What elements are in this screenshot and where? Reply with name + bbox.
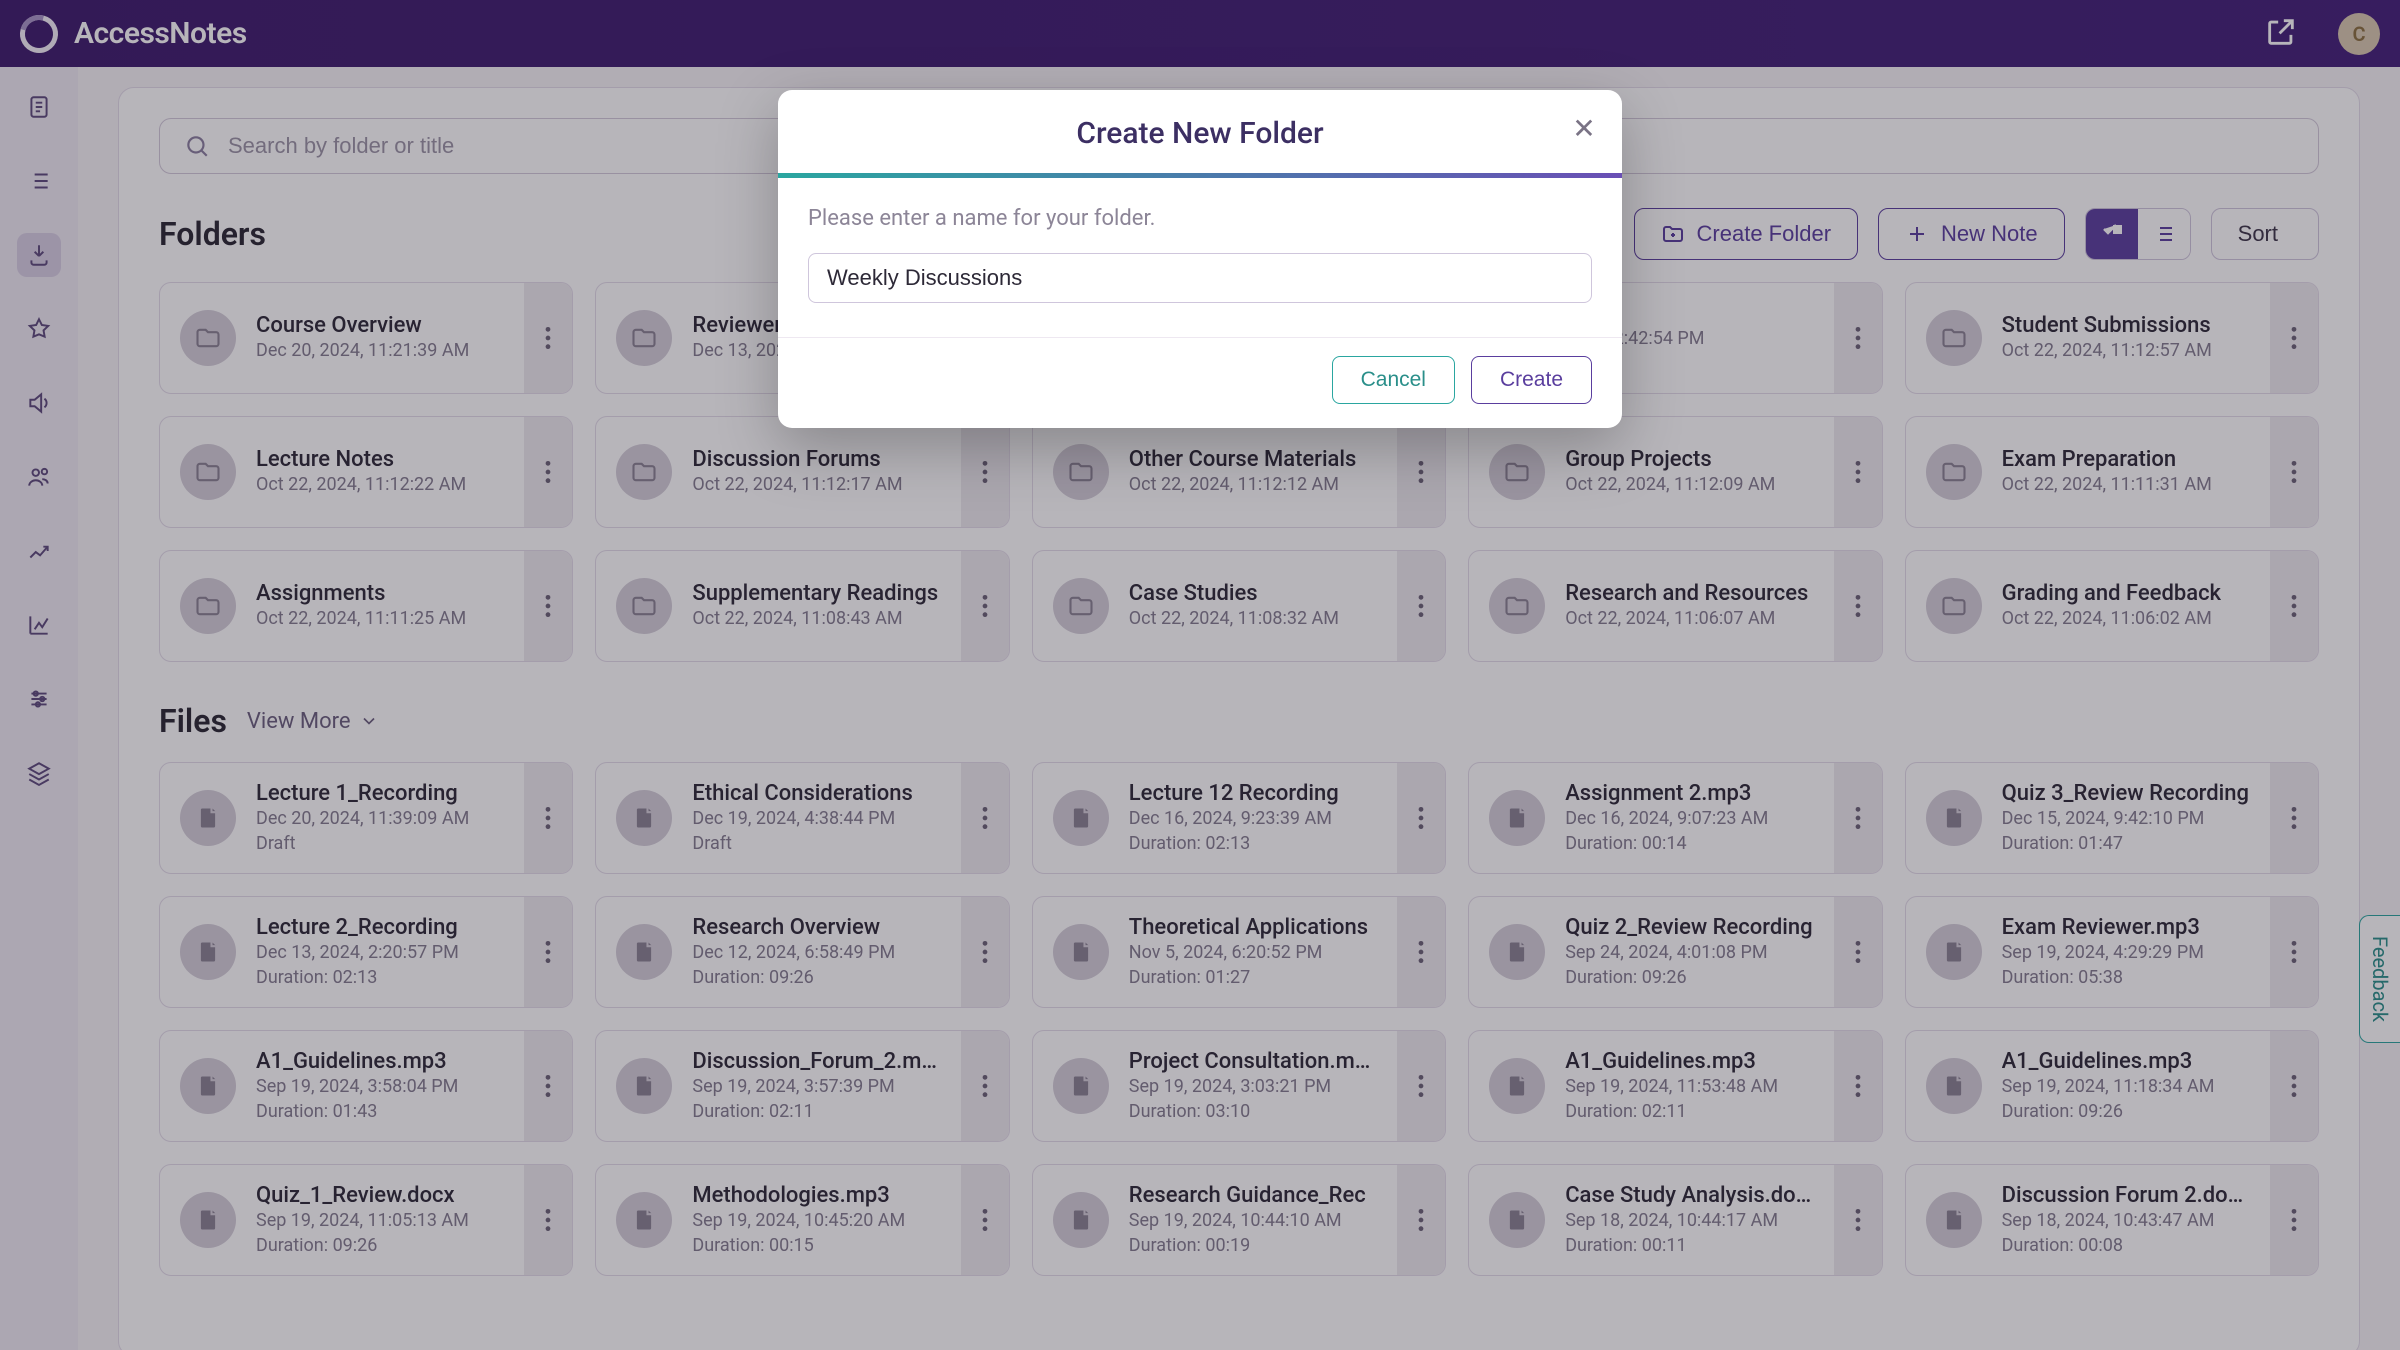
modal-footer: Cancel Create bbox=[778, 337, 1622, 428]
modal-body: Please enter a name for your folder. bbox=[778, 178, 1622, 337]
cancel-button[interactable]: Cancel bbox=[1332, 356, 1455, 404]
modal-title: Create New Folder bbox=[778, 116, 1622, 151]
modal-hint: Please enter a name for your folder. bbox=[808, 206, 1592, 231]
create-folder-modal: Create New Folder ✕ Please enter a name … bbox=[778, 90, 1622, 428]
create-button[interactable]: Create bbox=[1471, 356, 1592, 404]
close-icon[interactable]: ✕ bbox=[1568, 112, 1600, 144]
modal-header: Create New Folder ✕ bbox=[778, 90, 1622, 173]
modal-scrim[interactable]: Create New Folder ✕ Please enter a name … bbox=[0, 0, 2400, 1350]
folder-name-input[interactable] bbox=[808, 253, 1592, 303]
